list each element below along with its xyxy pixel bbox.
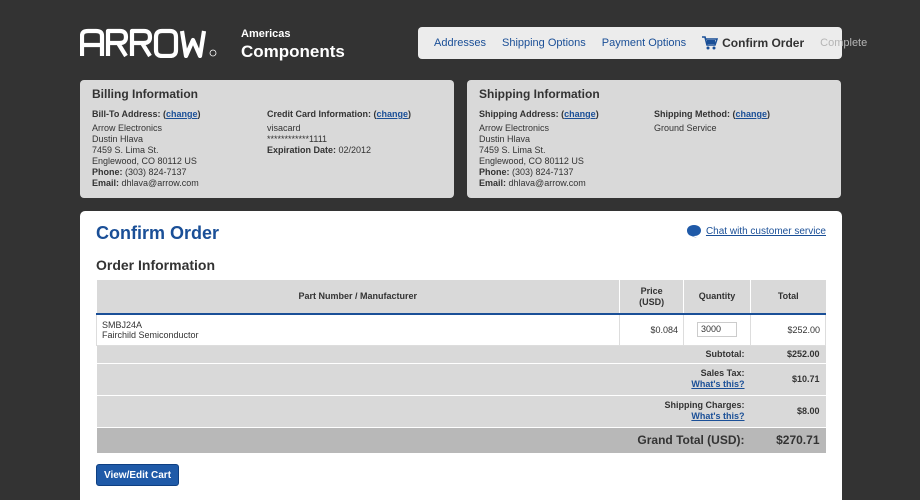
grand-total-row: Grand Total (USD): $270.71 [96,427,826,453]
shipping-email: dhlava@arrow.com [508,178,586,188]
card-type: visacard [267,123,301,133]
exp-label: Expiration Date: [267,145,337,155]
arrow-logo [80,28,217,58]
confirm-order-section: Confirm Order Chat with customer service… [80,211,842,500]
step-confirm-order: Confirm Order [702,36,804,50]
table-row: SMBJ24A Fairchild Semiconductor $0.084 3… [95,314,826,346]
shipping-phone: (303) 824-7137 [512,167,574,177]
shipping-charges-value: $8.00 [750,395,826,428]
billing-email-label: Email: [92,178,120,188]
step-confirm-order-label: Confirm Order [722,36,805,50]
ship-to-column: Shipping Address: (change) Arrow Electro… [479,109,654,189]
subtotal-label: Subtotal: [96,345,751,364]
ship-to-line: Englewood, CO 80112 US [479,156,584,166]
credit-card-column: Credit Card Information: (change) visaca… [267,109,442,189]
col-header-price-line1: Price [640,285,663,296]
step-shipping-options[interactable]: Shipping Options [502,37,586,49]
col-header-quantity: Quantity [683,280,752,315]
total-cell: $252.00 [750,314,826,346]
billing-email: dhlava@arrow.com [121,178,199,188]
subtotal-value: $252.00 [750,345,826,364]
ship-to-line: 7459 S. Lima St. [479,145,546,155]
page-title: Confirm Order [96,223,220,243]
exp-value: 02/2012 [338,145,372,155]
shipping-title: Shipping Information [479,87,600,101]
col-header-price-line2: (USD) [639,296,665,307]
checkout-steps: Addresses Shipping Options Payment Optio… [418,27,867,59]
col-header-part: Part Number / Manufacturer [96,280,621,315]
subtotal-row: Subtotal: $252.00 [96,345,826,364]
shipping-charges-label-cell: Shipping Charges: What's this? [96,395,751,428]
billing-panel: Billing Information Bill-To Address: (ch… [80,80,454,198]
bill-to-line: 7459 S. Lima St. [92,145,159,155]
sales-tax-value: $10.71 [750,363,826,396]
brand-name: Components [241,42,345,61]
bill-to-line: Englewood, CO 80112 US [92,156,197,166]
bill-to-label: Bill-To Address: [92,109,161,119]
card-number: ************1111 [267,134,328,144]
ship-to-line: Arrow Electronics [479,123,550,133]
chat-bubble-icon [686,225,701,238]
chat-link[interactable]: Chat with customer service [706,226,826,237]
order-info-title: Order Information [96,257,216,273]
price-cell: $0.084 [619,314,685,346]
step-payment-options[interactable]: Payment Options [602,37,686,49]
part-cell: SMBJ24A Fairchild Semiconductor [95,314,621,346]
shipping-email-label: Email: [479,178,507,188]
shipping-method-change-link[interactable]: change [735,109,767,119]
billing-phone-label: Phone: [92,167,123,177]
billing-phone: (303) 824-7137 [125,167,187,177]
shipping-panel: Shipping Information Shipping Address: (… [467,80,841,198]
ship-to-line: Dustin Hlava [479,134,531,144]
order-table: Part Number / Manufacturer Price (USD) Qu… [95,280,826,453]
quantity-input[interactable]: 3000 [697,322,738,338]
shipping-charges-row: Shipping Charges: What's this? $8.00 [96,395,826,428]
col-header-price: Price (USD) [619,280,685,315]
shipping-method: Ground Service [654,123,717,133]
shipping-charges-label: Shipping Charges: [664,400,745,410]
card-label: Credit Card Information: [267,109,372,119]
sales-tax-label: Sales Tax: [700,368,745,378]
bill-to-column: Bill-To Address: (change) Arrow Electron… [92,109,267,189]
grand-total-value: $270.71 [750,427,826,453]
bill-to-change-link[interactable]: change [166,109,198,119]
brand-region: Americas [241,28,291,40]
part-number: SMBJ24A [102,319,143,330]
grand-total-label: Grand Total (USD): [96,427,751,453]
ship-to-label: Shipping Address: [479,109,559,119]
shipping-method-label: Shipping Method: [654,109,730,119]
view-edit-cart-button[interactable]: View/Edit Cart [96,464,179,486]
ship-to-change-link[interactable]: change [564,109,596,119]
quantity-cell: 3000 [683,314,752,346]
shipping-whats-this-link[interactable]: What's this? [691,411,744,421]
sales-tax-label-cell: Sales Tax: What's this? [96,363,751,396]
sales-tax-row: Sales Tax: What's this? $10.71 [96,363,826,396]
bill-to-line: Dustin Hlava [92,134,144,144]
bill-to-line: Arrow Electronics [92,123,163,133]
billing-title: Billing Information [92,87,198,101]
sales-tax-whats-this-link[interactable]: What's this? [691,379,744,389]
step-complete: Complete [820,37,868,49]
col-header-total: Total [750,280,826,315]
cart-icon [702,36,719,50]
shipping-phone-label: Phone: [479,167,510,177]
shipping-method-column: Shipping Method: (change) Ground Service [654,109,829,189]
manufacturer: Fairchild Semiconductor [102,329,199,340]
chat-link-container: Chat with customer service [686,224,826,238]
card-change-link[interactable]: change [377,109,409,119]
step-addresses[interactable]: Addresses [434,37,486,49]
